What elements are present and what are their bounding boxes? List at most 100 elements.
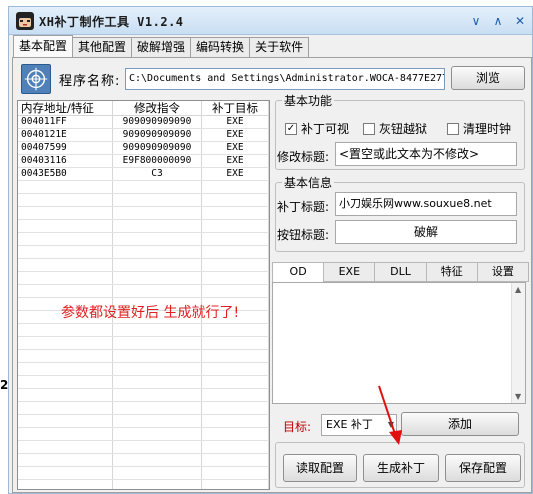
code-tabs: OD EXE DLL 特征 设置 <box>272 262 530 282</box>
target-crosshair-icon <box>21 64 51 94</box>
cell-empty <box>202 285 269 297</box>
generate-patch-button[interactable]: 生成补丁 <box>363 454 439 482</box>
cell-empty <box>113 324 202 336</box>
basic-config-panel: 程序名称: C:\Documents and Settings\Administ… <box>12 57 532 493</box>
cell-empty <box>202 207 269 219</box>
modify-title-input[interactable]: <置空或此文本为不修改> <box>335 142 517 166</box>
cell-empty <box>18 376 113 388</box>
chevron-down-icon[interactable]: ∨ <box>467 12 485 30</box>
cell-empty <box>113 337 202 349</box>
cell-empty <box>202 259 269 271</box>
browse-button[interactable]: 浏览 <box>451 66 525 90</box>
cell-empty <box>18 233 113 245</box>
cell-empty <box>18 402 113 414</box>
add-button[interactable]: 添加 <box>401 412 519 436</box>
cell-empty <box>113 194 202 206</box>
cell-empty <box>202 467 269 479</box>
cell-empty <box>202 233 269 245</box>
target-select[interactable]: EXE 补丁 ▼ <box>321 414 397 436</box>
checkbox-empty-icon <box>447 122 459 135</box>
cell-empty <box>18 181 113 193</box>
column-header-address[interactable]: 内存地址/特征 <box>18 101 113 115</box>
cell-empty <box>202 402 269 414</box>
table-row-empty <box>18 181 269 194</box>
column-header-instruction[interactable]: 修改指令 <box>113 101 202 115</box>
button-title-input[interactable]: 破解 <box>335 220 517 244</box>
tab-od[interactable]: OD <box>272 262 325 282</box>
checkbox-checked-icon: ✓ <box>285 122 297 135</box>
basic-function-title: 基本功能 <box>282 92 335 109</box>
checkbox-gray-button-jailbreak[interactable]: 灰钮越狱 <box>363 120 427 137</box>
cell-empty <box>202 480 269 489</box>
table-row-empty <box>18 454 269 467</box>
tab-crack-enhance[interactable]: 破解增强 <box>131 37 192 57</box>
cell-target: EXE <box>202 129 269 141</box>
tab-signature[interactable]: 特征 <box>425 262 478 282</box>
chevron-up-icon[interactable]: ∧ <box>489 12 507 30</box>
target-label: 目标: <box>283 420 312 434</box>
checkbox-clear-clock[interactable]: 清理时钟 <box>447 120 511 137</box>
target-select-value: EXE 补丁 <box>326 418 373 431</box>
cell-empty <box>18 454 113 466</box>
tab-basic-config[interactable]: 基本配置 <box>13 35 74 57</box>
cell-empty <box>113 441 202 453</box>
table-row-empty <box>18 428 269 441</box>
table-row-empty <box>18 194 269 207</box>
cell-empty <box>113 402 202 414</box>
code-textarea[interactable]: ▲ ▼ <box>272 282 526 404</box>
tab-other-config[interactable]: 其他配置 <box>72 37 133 57</box>
cell-empty <box>18 272 113 284</box>
cell-empty <box>202 454 269 466</box>
scroll-up-icon[interactable]: ▲ <box>515 285 521 294</box>
cell-empty <box>202 415 269 427</box>
dropdown-arrow-icon[interactable]: ▼ <box>388 415 394 435</box>
table-row-empty <box>18 272 269 285</box>
table-row[interactable]: 00407599 909090909090 EXE <box>18 142 269 155</box>
cell-empty <box>113 454 202 466</box>
table-row[interactable]: 00403116 E9F800000090 EXE <box>18 155 269 168</box>
cell-empty <box>18 428 113 440</box>
annotation-text: 参数都设置好后 生成就行了! <box>61 305 240 321</box>
cell-empty <box>18 220 113 232</box>
main-tabs: 基本配置 其他配置 破解增强 编码转换 关于软件 <box>13 35 310 57</box>
tab-dll[interactable]: DLL <box>374 262 427 282</box>
tab-exe[interactable]: EXE <box>323 262 376 282</box>
table-row[interactable]: 0040121E 909090909090 EXE <box>18 129 269 142</box>
cell-target: EXE <box>202 155 269 167</box>
table-row[interactable]: 004011FF 909090909090 EXE <box>18 116 269 129</box>
cell-empty <box>113 272 202 284</box>
empty-rows <box>18 181 269 489</box>
patch-title-input[interactable]: 小刀娱乐网www.souxue8.net <box>335 192 517 216</box>
scroll-down-icon[interactable]: ▼ <box>515 392 521 401</box>
tab-about[interactable]: 关于软件 <box>249 37 310 57</box>
tab-settings[interactable]: 设置 <box>476 262 530 282</box>
cell-empty <box>113 246 202 258</box>
cell-empty <box>18 389 113 401</box>
cell-empty <box>113 220 202 232</box>
table-header: 内存地址/特征 修改指令 补丁目标 <box>18 101 269 116</box>
app-window: XH补丁制作工具 V1.2.4 ∨ ∧ ✕ 基本配置 其他配置 破解增强 编码转… <box>8 6 533 494</box>
checkbox-patch-visible[interactable]: ✓ 补丁可视 <box>285 120 349 137</box>
cell-empty <box>113 428 202 440</box>
cell-instruction: 909090909090 <box>113 142 202 154</box>
table-row-empty <box>18 207 269 220</box>
app-face-icon <box>16 12 34 30</box>
vertical-scrollbar[interactable]: ▲ ▼ <box>511 283 525 403</box>
table-row-empty <box>18 415 269 428</box>
save-config-button[interactable]: 保存配置 <box>445 454 521 482</box>
cell-empty <box>18 441 113 453</box>
cell-address: 004011FF <box>18 116 113 128</box>
table-row-empty <box>18 259 269 272</box>
column-header-target[interactable]: 补丁目标 <box>202 101 269 115</box>
cell-empty <box>18 259 113 271</box>
read-config-button[interactable]: 读取配置 <box>283 454 357 482</box>
tab-encoding-convert[interactable]: 编码转换 <box>190 37 251 57</box>
close-icon[interactable]: ✕ <box>511 12 529 30</box>
title-bar[interactable]: XH补丁制作工具 V1.2.4 ∨ ∧ ✕ <box>9 7 532 35</box>
cell-target: EXE <box>202 142 269 154</box>
window-title: XH补丁制作工具 V1.2.4 <box>39 15 184 29</box>
table-row-empty <box>18 233 269 246</box>
program-path-input[interactable]: C:\Documents and Settings\Administrator.… <box>125 68 445 90</box>
table-row[interactable]: 0043E5B0 C3 EXE <box>18 168 269 181</box>
program-name-label: 程序名称: <box>59 74 121 89</box>
